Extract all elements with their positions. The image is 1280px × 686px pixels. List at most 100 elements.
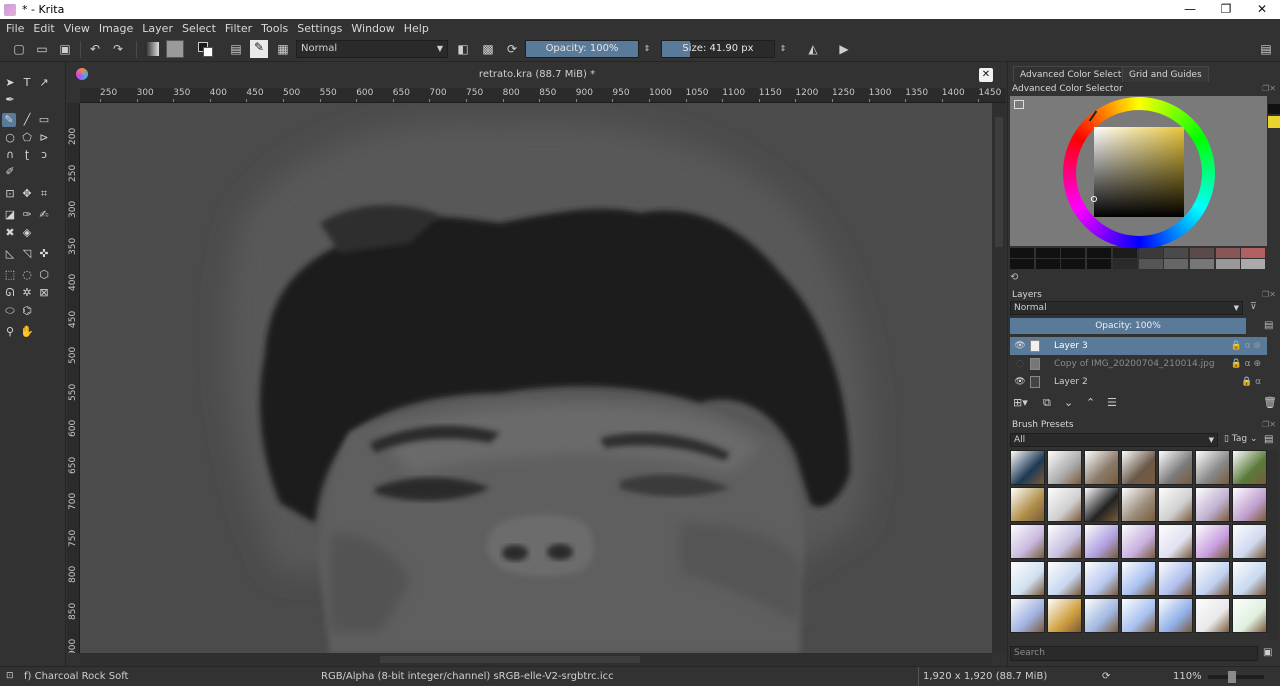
minimize-button[interactable]: — (1172, 0, 1208, 19)
layer-filter-icon[interactable]: ⊽ (1250, 302, 1257, 312)
maximize-button[interactable]: ❐ (1208, 0, 1244, 19)
brush-preset-item[interactable] (1084, 450, 1119, 485)
brush-preset-item[interactable] (1158, 561, 1193, 596)
brush-preset-item[interactable] (1158, 524, 1193, 559)
menu-edit[interactable]: Edit (33, 22, 54, 35)
brush-preset-item[interactable] (1232, 487, 1267, 522)
color-picker-icon[interactable]: ✑ (20, 208, 34, 222)
color-swatch[interactable] (1164, 248, 1189, 258)
move-layer-down-icon[interactable]: ⌄ (1064, 396, 1073, 409)
layer-properties-icon[interactable]: ▤ (1264, 320, 1273, 331)
layer-lock-alpha-icons[interactable]: 🔒 α ⊕ (1231, 355, 1261, 373)
calligraphy-icon[interactable]: ✒ (3, 93, 17, 107)
layer-lock-alpha-icons[interactable]: 🔒 α ⊕ (1231, 337, 1261, 355)
line-tool-icon[interactable]: ╱ (20, 113, 34, 127)
color-swatch[interactable] (1010, 259, 1034, 269)
smart-patch-icon[interactable]: ✖ (3, 226, 17, 240)
new-document-icon[interactable]: ▢ (12, 42, 26, 56)
brush-preset-item[interactable] (1084, 524, 1119, 559)
ellipse-tool-icon[interactable]: ○ (3, 131, 17, 145)
tag-button[interactable]: ▯ Tag ⌄ (1224, 434, 1257, 444)
color-selector-area[interactable] (1010, 96, 1267, 249)
brush-preset-item[interactable] (1232, 450, 1267, 485)
magnetic-select-icon[interactable]: ⌬ (20, 304, 34, 318)
color-swatch[interactable] (1087, 259, 1112, 269)
ellipse-select-icon[interactable]: ◌ (20, 268, 34, 282)
dynamic-brush-icon[interactable]: ɔ (37, 148, 51, 162)
saturation-value-square[interactable] (1094, 127, 1184, 217)
zoom-tool-icon[interactable]: ⚲ (3, 325, 17, 339)
duplicate-layer-icon[interactable]: ⧉ (1043, 396, 1051, 410)
menu-image[interactable]: Image (99, 22, 133, 35)
pattern-icon[interactable] (166, 40, 184, 58)
opacity-stepper-icon[interactable]: ⇕ (640, 42, 654, 56)
brush-preset-item[interactable] (1010, 598, 1045, 633)
reference-tool-icon[interactable]: ✜ (37, 247, 51, 261)
brush-search-input[interactable]: Search (1010, 646, 1258, 661)
size-slider[interactable]: Size: 41.90 px (661, 40, 775, 58)
gradient-tool-icon[interactable]: ◪ (3, 208, 17, 222)
brush-preset-item[interactable] (1121, 487, 1156, 522)
menu-view[interactable]: View (64, 22, 90, 35)
color-swatch[interactable] (1189, 248, 1214, 258)
brush-settings-icon[interactable]: ▤ (229, 42, 243, 56)
freehand-select-icon[interactable]: ᘏ (3, 286, 17, 300)
mirror-vertical-icon[interactable]: ▶ (837, 42, 851, 56)
brush-preset-item[interactable] (1047, 487, 1082, 522)
color-swatch[interactable] (1215, 259, 1240, 269)
color-swatch[interactable] (1241, 248, 1266, 258)
gradient-icon[interactable] (145, 42, 159, 56)
tab-grid-and-guides[interactable]: Grid and Guides (1122, 66, 1209, 82)
horizontal-scrollbar[interactable] (80, 653, 992, 666)
layer-opacity-slider[interactable]: Opacity: 100% (1010, 318, 1246, 334)
polygon-select-icon[interactable]: ⬡ (37, 268, 51, 282)
visibility-hidden-icon[interactable]: ◌ (1014, 355, 1026, 373)
brush-preset-item[interactable] (1158, 598, 1193, 633)
recent-color-swatch[interactable] (1268, 116, 1280, 128)
brush-preset-item[interactable] (1121, 450, 1156, 485)
close-document-icon[interactable]: ✕ (979, 68, 993, 82)
brush-preset-item[interactable] (1195, 450, 1230, 485)
brush-preset-item[interactable] (1232, 561, 1267, 596)
menu-window[interactable]: Window (351, 22, 394, 35)
dock-float-close-icon[interactable]: ❐✕ (1262, 290, 1276, 299)
rotate-canvas-icon[interactable]: ⟳ (1102, 667, 1110, 686)
layer-row[interactable]: ◌ Copy of IMG_20200704_210014.jpg 🔒 α ⊕ (1010, 355, 1267, 373)
color-picker-marker[interactable] (1091, 196, 1097, 202)
crop-tool-icon[interactable]: ⌗ (37, 187, 51, 201)
brush-grid-scrollbar[interactable] (1268, 450, 1278, 640)
delete-layer-icon[interactable]: 🗑 (1263, 396, 1277, 409)
menu-filter[interactable]: Filter (225, 22, 252, 35)
redo-icon[interactable]: ↷ (111, 42, 125, 56)
brush-preset-item[interactable] (1047, 561, 1082, 596)
blend-mode-select[interactable]: Normal ▼ (296, 40, 448, 58)
menu-settings[interactable]: Settings (297, 22, 342, 35)
undo-icon[interactable]: ↶ (88, 42, 102, 56)
visibility-eye-icon[interactable]: 👁 (1014, 337, 1026, 355)
brush-preset-item[interactable] (1047, 450, 1082, 485)
reload-preset-icon[interactable]: ⟳ (505, 42, 519, 56)
document-tab[interactable]: retrato.kra (88.7 MiB) * ✕ (67, 62, 1007, 88)
brush-preset-item[interactable] (1121, 524, 1156, 559)
bezier-tool-icon[interactable]: ∩ (3, 148, 17, 162)
brush-preset-item[interactable] (1195, 487, 1230, 522)
brush-preset-item[interactable] (1232, 524, 1267, 559)
bezier-select-icon[interactable]: ⬭ (3, 304, 17, 318)
workspace-grid-icon[interactable]: ▦ (276, 42, 290, 56)
layer-blend-mode-select[interactable]: Normal ▼ (1010, 301, 1243, 315)
brush-preset-item[interactable] (1084, 487, 1119, 522)
color-swatch[interactable] (1061, 248, 1086, 258)
rectangle-tool-icon[interactable]: ▭ (37, 113, 51, 127)
brush-preset-item[interactable] (1195, 598, 1230, 633)
brush-preset-item[interactable] (1121, 561, 1156, 596)
select-shapes-icon[interactable]: ➤ (3, 76, 17, 90)
brush-preset-filter-select[interactable]: All ▼ (1010, 433, 1218, 447)
brush-preset-icon[interactable]: ✎ (250, 40, 268, 58)
similar-select-icon[interactable]: ⊠ (37, 286, 51, 300)
layer-row[interactable]: 👁 Layer 2 🔒 α (1010, 373, 1267, 391)
move-layer-up-icon[interactable]: ⌃ (1086, 396, 1095, 409)
color-swatch[interactable] (1035, 248, 1060, 258)
layer-options-icon[interactable]: ☰ (1107, 396, 1117, 409)
layer-lock-alpha-icons[interactable]: 🔒 α (1241, 373, 1261, 391)
rect-select-icon[interactable]: ⬚ (3, 268, 17, 282)
